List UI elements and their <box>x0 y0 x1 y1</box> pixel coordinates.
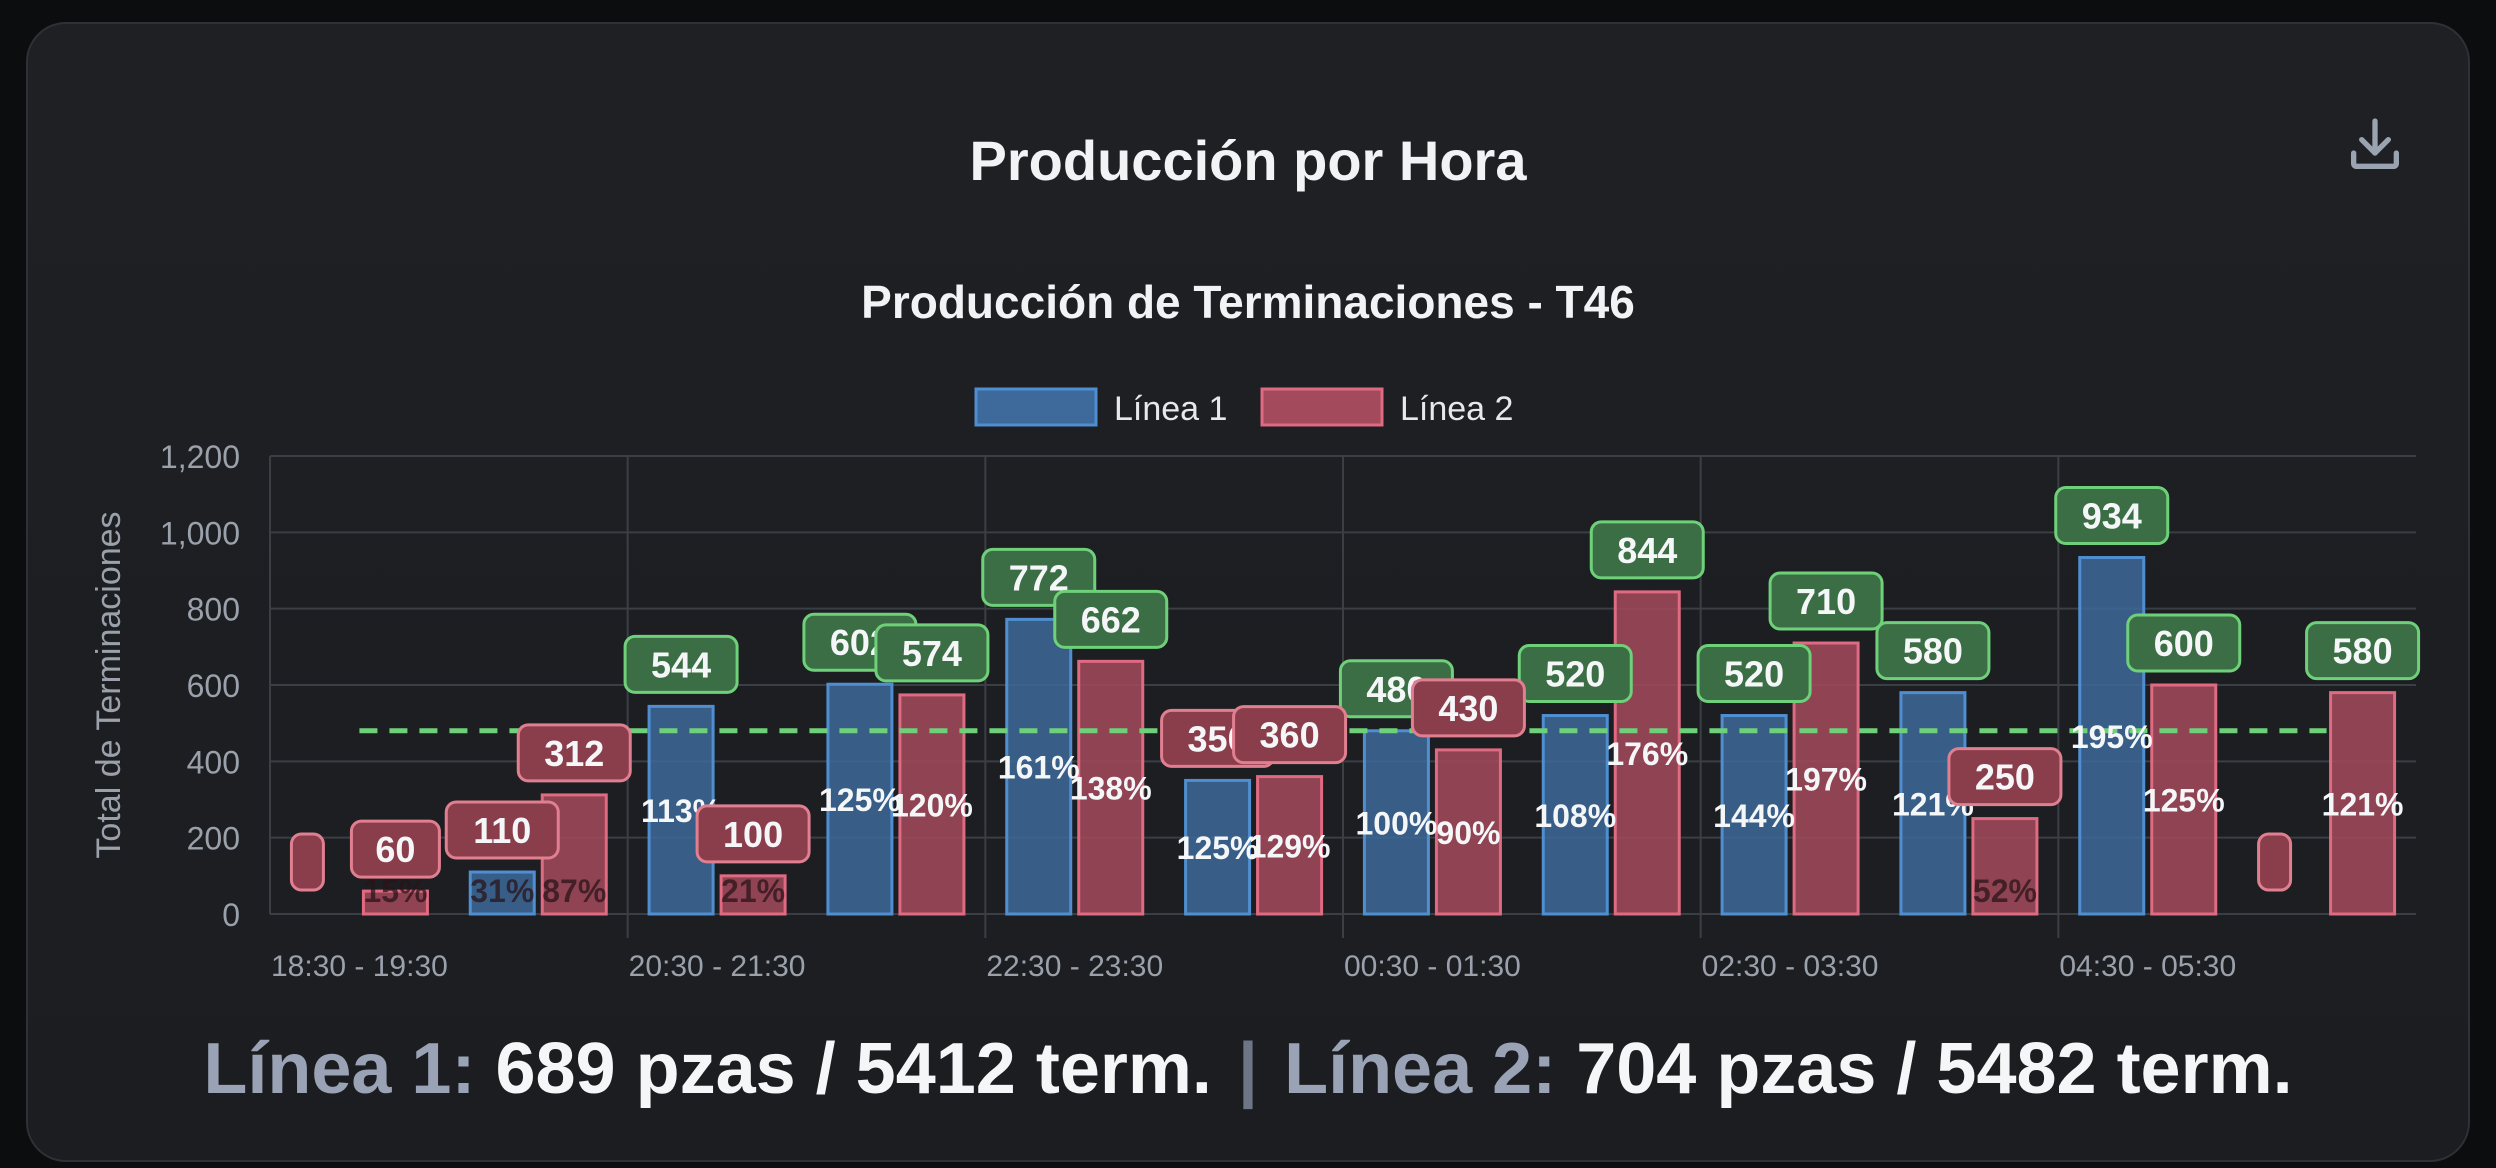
value-label: 544 <box>651 644 711 685</box>
linea2-summary-value: 704 pzas / 5482 term. <box>1576 1029 2293 1109</box>
percent-label: 125% <box>1177 830 1259 866</box>
value-label: 110 <box>473 810 531 851</box>
value-label: 520 <box>1724 654 1784 695</box>
percent-label: 197% <box>1785 762 1867 798</box>
linea1-summary-label: Línea 1: <box>203 1029 476 1109</box>
x-tick-label: 00:30 - 01:30 <box>1344 950 1521 983</box>
y-tick-label: 600 <box>187 668 240 704</box>
value-label: 100 <box>723 814 783 855</box>
summary-footer: Línea 1: 689 pzas / 5412 term. | Línea 2… <box>0 1028 2496 1109</box>
summary-separator: | <box>1237 1029 1259 1109</box>
chart-title: Producción de Terminaciones - T46 <box>861 276 1635 328</box>
percent-label: 125% <box>819 782 901 818</box>
percent-label: 125% <box>2143 783 2225 819</box>
x-tick-label: 22:30 - 23:30 <box>986 950 1163 983</box>
percent-label: 90% <box>1436 815 1500 851</box>
percent-label: 144% <box>1713 798 1795 834</box>
percent-label: 87% <box>542 873 606 909</box>
y-tick-label: 1,000 <box>160 515 240 551</box>
value-label: 580 <box>2333 631 2393 672</box>
value-label: 360 <box>1260 715 1320 756</box>
value-label: 710 <box>1796 581 1856 622</box>
value-label: 662 <box>1081 599 1141 640</box>
percent-label: 195% <box>2071 719 2153 755</box>
value-label: 574 <box>902 633 962 674</box>
percent-label: 121% <box>2322 786 2404 822</box>
percent-label: 21% <box>721 873 785 909</box>
y-tick-label: 1,200 <box>160 439 240 475</box>
value-label: 60 <box>375 829 415 870</box>
linea1-summary-value: 689 pzas / 5412 term. <box>495 1029 1212 1109</box>
percent-label: 129% <box>1249 828 1331 864</box>
percent-label: 31% <box>470 873 534 909</box>
value-label: 430 <box>1438 688 1498 729</box>
x-tick-label: 20:30 - 21:30 <box>629 950 806 983</box>
legend-label-1: Línea 1 <box>1114 390 1227 428</box>
value-label: 600 <box>2154 623 2214 664</box>
production-chart: Producción de Terminaciones - T46 Línea 1… <box>90 276 2421 983</box>
value-label: 250 <box>1975 757 2035 798</box>
y-tick-label: 400 <box>187 744 240 780</box>
x-tick-label: 18:30 - 19:30 <box>271 950 448 983</box>
percent-label: 161% <box>998 750 1080 786</box>
y-tick-label: 800 <box>187 592 240 628</box>
legend-swatch-2 <box>1260 387 1384 427</box>
percent-label: 100% <box>1355 805 1437 841</box>
x-tick-label: 04:30 - 05:30 <box>2059 950 2236 983</box>
percent-label: 15% <box>363 873 427 909</box>
linea2-summary-label: Línea 2: <box>1284 1029 1557 1109</box>
empty-marker-linea1 <box>289 832 325 892</box>
percent-label: 138% <box>1070 771 1152 807</box>
value-label: 934 <box>2082 496 2142 537</box>
value-label: 520 <box>1545 654 1605 695</box>
y-axis-title: Total de Terminaciones <box>90 511 128 858</box>
percent-label: 108% <box>1534 798 1616 834</box>
y-tick-label: 200 <box>187 821 240 857</box>
percent-label: 52% <box>1973 873 2037 909</box>
percent-label: 176% <box>1606 736 1688 772</box>
legend-label-2: Línea 2 <box>1400 390 1513 428</box>
legend-swatch-1 <box>974 387 1098 427</box>
y-tick-label: 0 <box>222 897 240 933</box>
value-label: 580 <box>1903 631 1963 672</box>
value-label: 312 <box>544 733 604 774</box>
x-tick-label: 02:30 - 03:30 <box>1702 950 1879 983</box>
percent-label: 120% <box>891 787 973 823</box>
value-label: 844 <box>1617 530 1677 571</box>
empty-marker-linea1 <box>2257 832 2293 892</box>
